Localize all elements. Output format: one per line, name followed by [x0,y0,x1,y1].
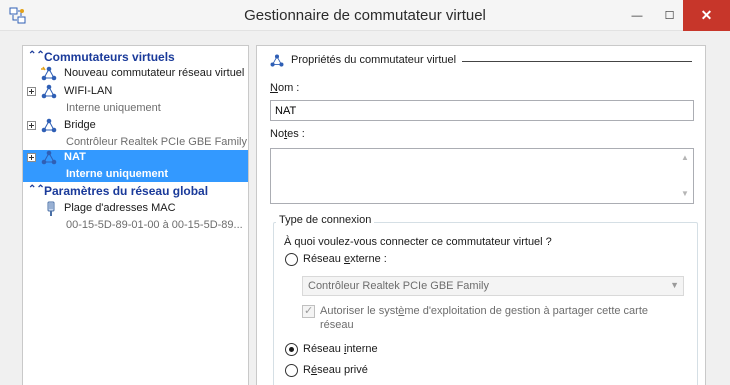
title-bar: Gestionnaire de commutateur virtuel — ☐ … [0,0,730,31]
switch-tree: ⌃⌃ Commutateurs virtuels Nouveau commuta… [22,45,249,385]
minimize-button[interactable]: — [618,0,656,31]
allow-management-label: Autoriser le système d'exploitation de g… [320,305,649,331]
collapse-chevron-icon[interactable]: ⌃⌃ [28,184,45,195]
notes-textarea[interactable]: ▲ ▼ [270,148,694,204]
section-label: Commutateurs virtuels [44,50,175,64]
external-network-radio[interactable] [285,253,298,266]
network-switch-icon [41,84,57,99]
maximize-button[interactable]: ☐ [656,0,683,31]
section-label: Paramètres du réseau global [44,184,209,198]
new-switch-icon [41,66,57,81]
network-switch-icon [41,118,57,133]
tree-item-new-switch[interactable]: Nouveau commutateur réseau virtuel [23,66,248,82]
maximize-icon: ☐ [664,10,675,22]
adapter-select-value: Contrôleur Realtek PCIe GBE Family [308,280,489,292]
scroll-up-icon[interactable]: ▲ [681,153,689,162]
network-switch-icon [41,150,57,165]
external-network-label: Réseau externe : [303,253,387,265]
section-global-network-settings[interactable]: ⌃⌃ Paramètres du réseau global [23,183,248,199]
expand-icon[interactable] [27,87,36,96]
private-network-radio[interactable] [285,364,298,377]
new-switch-label: Nouveau commutateur réseau virtuel [64,67,245,79]
switch-name: Bridge [64,119,96,131]
tree-item-nat[interactable]: NAT Interne uniquement [23,150,248,182]
switch-type: Interne uniquement [66,102,161,114]
switch-name: NAT [64,151,86,163]
switch-type: Interne uniquement [66,168,169,180]
mac-range-value: 00-15-5D-89-01-00 à 00-15-5D-89... [66,219,243,231]
minimize-icon: — [631,9,643,22]
notes-label: Notes : [270,128,305,140]
collapse-chevron-icon[interactable]: ⌃⌃ [28,50,45,61]
adapter-select[interactable]: Contrôleur Realtek PCIe GBE Family ▼ [302,276,684,296]
connection-question: À quoi voulez-vous connecter ce commutat… [284,236,552,248]
mac-address-icon [47,201,55,216]
name-label: Nom : [270,82,300,94]
tree-item-wifi-lan[interactable]: WIFI-LAN Interne uniquement [23,84,248,116]
header-divider [462,61,692,62]
switch-name: WIFI-LAN [64,85,113,97]
expand-icon[interactable] [27,121,36,130]
close-icon: ✕ [700,7,713,23]
internal-network-radio[interactable] [285,343,298,356]
switch-properties-panel: Propriétés du commutateur virtuel Nom : … [256,45,706,385]
scroll-down-icon[interactable]: ▼ [681,189,689,198]
connection-type-title: Type de connexion [276,214,375,226]
mac-range-label: Plage d'adresses MAC [64,202,176,214]
properties-title: Propriétés du commutateur virtuel [291,54,457,66]
private-network-label: Réseau privé [303,364,368,376]
tree-item-mac-range[interactable]: Plage d'adresses MAC 00-15-5D-89-01-00 à… [23,201,248,233]
switch-type: Contrôleur Realtek PCIe GBE Family [66,136,247,148]
network-switch-icon [270,54,284,67]
internal-network-label: Réseau interne [303,343,378,355]
notes-scrollbar[interactable]: ▲ ▼ [677,149,693,203]
allow-management-checkbox[interactable] [302,304,315,318]
chevron-down-icon: ▼ [670,280,679,290]
tree-item-bridge[interactable]: Bridge Contrôleur Realtek PCIe GBE Famil… [23,118,248,150]
close-button[interactable]: ✕ [683,0,730,31]
expand-icon[interactable] [27,153,36,162]
section-virtual-switches[interactable]: ⌃⌃ Commutateurs virtuels [23,49,248,65]
name-input[interactable] [270,100,694,121]
